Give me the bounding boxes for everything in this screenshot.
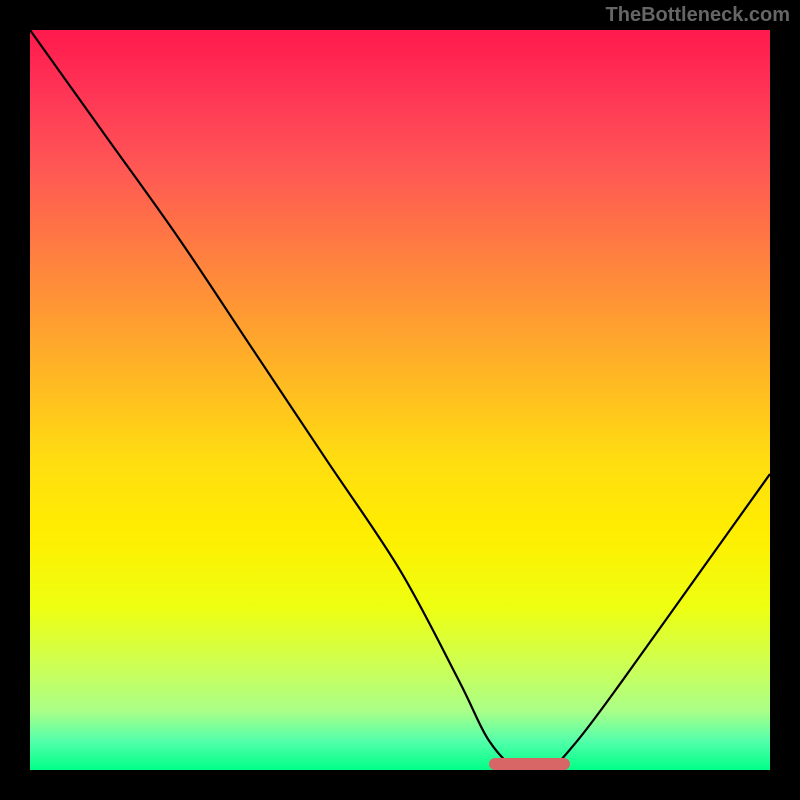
curve-svg (30, 30, 770, 770)
chart-plot-area (30, 30, 770, 770)
watermark-text: TheBottleneck.com (606, 4, 790, 27)
optimal-range-highlight (489, 758, 570, 770)
bottleneck-curve-path (30, 30, 770, 770)
